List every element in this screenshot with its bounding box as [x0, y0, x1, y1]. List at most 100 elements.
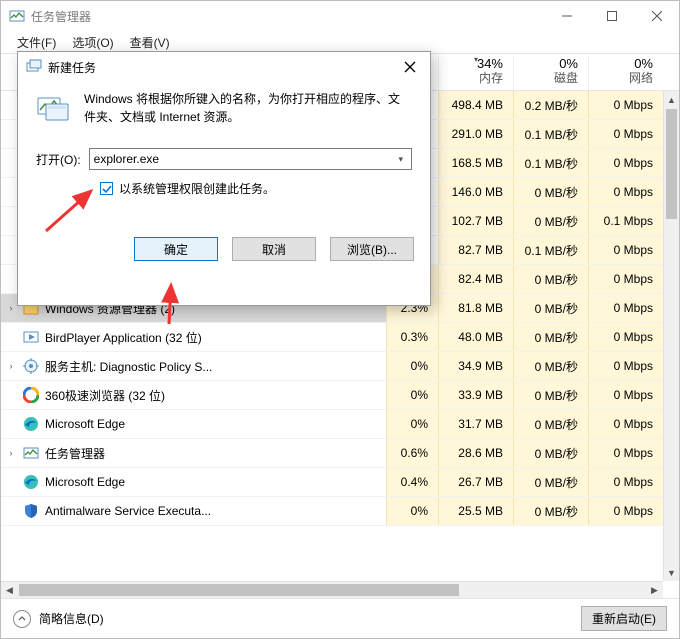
cell: 0.2 MB/秒	[513, 91, 588, 119]
menu-file[interactable]: 文件(F)	[11, 32, 62, 53]
cell: 0 Mbps	[588, 294, 663, 322]
menu-options[interactable]: 选项(O)	[66, 32, 119, 53]
shield-icon	[23, 503, 39, 519]
window-title: 任务管理器	[31, 8, 91, 25]
vertical-scrollbar[interactable]: ▲ ▼	[663, 91, 679, 581]
cell: 0.1 Mbps	[588, 207, 663, 235]
run-icon	[36, 90, 70, 124]
cell: 0.4%	[386, 468, 438, 496]
cell: 0.1 MB/秒	[513, 120, 588, 148]
less-info-label[interactable]: 简略信息(D)	[39, 610, 104, 627]
cell: 0%	[386, 352, 438, 380]
cell: 102.7 MB	[438, 207, 513, 235]
minimize-button[interactable]	[544, 1, 589, 31]
ok-button[interactable]: 确定	[134, 237, 218, 261]
cell: 0.6%	[386, 439, 438, 467]
cell: 25.5 MB	[438, 497, 513, 525]
cell: 0 Mbps	[588, 91, 663, 119]
dialog-titlebar: 新建任务	[18, 52, 430, 82]
maximize-button[interactable]	[589, 1, 634, 31]
column-header-memory[interactable]: ▾ 34% 内存	[438, 56, 513, 90]
cell: 82.4 MB	[438, 265, 513, 293]
cell: 0 Mbps	[588, 265, 663, 293]
cell: 31.7 MB	[438, 410, 513, 438]
cell: 0%	[386, 410, 438, 438]
browse-button[interactable]: 浏览(B)...	[330, 237, 414, 261]
chevron-down-icon[interactable]: ▾	[394, 154, 407, 165]
menubar: 文件(F) 选项(O) 查看(V)	[1, 31, 679, 53]
scroll-right-icon[interactable]: ▶	[646, 582, 663, 598]
cell: 0 Mbps	[588, 410, 663, 438]
cell: 0%	[386, 381, 438, 409]
table-row[interactable]: ›任务管理器0.6%28.6 MB0 MB/秒0 Mbps	[1, 439, 679, 468]
cell: 0.3%	[386, 323, 438, 351]
column-header-network[interactable]: 0% 网络	[588, 56, 663, 90]
cell: 0 Mbps	[588, 323, 663, 351]
less-info-toggle[interactable]	[13, 610, 31, 628]
cell: 146.0 MB	[438, 178, 513, 206]
cell: 498.4 MB	[438, 91, 513, 119]
cell: 0 Mbps	[588, 352, 663, 380]
dialog-description: Windows 将根据你所键入的名称，为你打开相应的程序、文件夹、文档或 Int…	[84, 90, 412, 126]
cell: 34.9 MB	[438, 352, 513, 380]
cell: 168.5 MB	[438, 149, 513, 177]
cell: 0 MB/秒	[513, 468, 588, 496]
cancel-button[interactable]: 取消	[232, 237, 316, 261]
process-name: 服务主机: Diagnostic Policy S...	[45, 358, 212, 375]
footer-bar: 简略信息(D) 重新启动(E)	[1, 598, 679, 638]
cell: 48.0 MB	[438, 323, 513, 351]
open-combobox[interactable]: explorer.exe ▾	[89, 148, 412, 170]
new-task-dialog: 新建任务 Windows 将根据你所键入的名称，为你打开相应的程序、文件夹、文档…	[17, 51, 431, 306]
cell: 26.7 MB	[438, 468, 513, 496]
cell: 0.1 MB/秒	[513, 236, 588, 264]
cell: 0 MB/秒	[513, 439, 588, 467]
open-value: explorer.exe	[94, 152, 159, 166]
scroll-up-icon[interactable]: ▲	[664, 91, 679, 108]
run-dialog-icon	[26, 59, 42, 75]
scroll-thumb-horizontal[interactable]	[19, 584, 459, 596]
scroll-left-icon[interactable]: ◀	[1, 582, 18, 598]
process-name: Antimalware Service Executa...	[45, 504, 211, 518]
dialog-close-button[interactable]	[390, 52, 430, 82]
admin-checkbox[interactable]	[100, 182, 113, 195]
table-row[interactable]: Microsoft Edge0.4%26.7 MB0 MB/秒0 Mbps	[1, 468, 679, 497]
table-row[interactable]: 360极速浏览器 (32 位)0%33.9 MB0 MB/秒0 Mbps	[1, 381, 679, 410]
cell: 0 MB/秒	[513, 497, 588, 525]
cell: 0 MB/秒	[513, 207, 588, 235]
expand-chevron-icon[interactable]: ›	[5, 361, 17, 371]
task-manager-window: 任务管理器 文件(F) 选项(O) 查看(V) ▾ 34% 内存 0% 磁盘 0…	[0, 0, 680, 639]
table-row[interactable]: Microsoft Edge0%31.7 MB0 MB/秒0 Mbps	[1, 410, 679, 439]
svc-icon	[23, 358, 39, 374]
cell: 0 MB/秒	[513, 352, 588, 380]
process-name: 任务管理器	[45, 445, 105, 462]
cell: 82.7 MB	[438, 236, 513, 264]
column-header-disk[interactable]: 0% 磁盘	[513, 56, 588, 90]
cell: 0.1 MB/秒	[513, 149, 588, 177]
edge-icon	[23, 416, 39, 432]
table-row[interactable]: Antimalware Service Executa... 0%25.5 MB0…	[1, 497, 679, 526]
cell: 0 MB/秒	[513, 265, 588, 293]
cell: 28.6 MB	[438, 439, 513, 467]
task-manager-icon	[9, 8, 25, 24]
menu-view[interactable]: 查看(V)	[124, 32, 176, 53]
cell: 0 MB/秒	[513, 294, 588, 322]
cell: 291.0 MB	[438, 120, 513, 148]
close-button[interactable]	[634, 1, 679, 31]
table-row[interactable]: ›服务主机: Diagnostic Policy S...0%34.9 MB0 …	[1, 352, 679, 381]
process-name: 360极速浏览器 (32 位)	[45, 387, 165, 404]
open-label: 打开(O):	[36, 151, 81, 168]
cell: 0 Mbps	[588, 381, 663, 409]
cell: 33.9 MB	[438, 381, 513, 409]
horizontal-scrollbar[interactable]: ◀ ▶	[1, 581, 663, 598]
expand-chevron-icon[interactable]: ›	[5, 303, 17, 313]
bird-icon	[23, 329, 39, 345]
scroll-down-icon[interactable]: ▼	[664, 564, 679, 581]
restart-button[interactable]: 重新启动(E)	[581, 606, 667, 631]
dialog-title: 新建任务	[48, 59, 96, 76]
expand-chevron-icon[interactable]: ›	[5, 448, 17, 458]
scroll-thumb-vertical[interactable]	[666, 109, 677, 219]
table-row[interactable]: BirdPlayer Application (32 位)0.3%48.0 MB…	[1, 323, 679, 352]
edge-icon	[23, 474, 39, 490]
admin-checkbox-label[interactable]: 以系统管理权限创建此任务。	[119, 180, 275, 197]
cell: 0%	[386, 497, 438, 525]
